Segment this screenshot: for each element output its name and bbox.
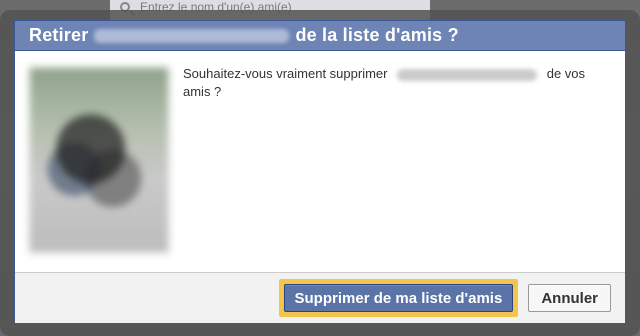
redacted-friend-name-inline [397,68,538,81]
dialog-title: Retirer de la liste d'amis ? [29,25,459,46]
confirmation-message-line-1: Souhaitez-vous vraiment supprimer de vos [183,65,611,83]
message-line2: amis ? [183,84,222,99]
remove-friend-button[interactable]: Supprimer de ma liste d'amis [283,284,514,312]
dialog-body: Souhaitez-vous vraiment supprimer de vos… [15,51,625,272]
confirmation-message: Souhaitez-vous vraiment supprimer de vos… [183,63,611,260]
message-prefix: Souhaitez-vous vraiment supprimer [183,66,388,81]
confirmation-message-line-2: amis ? [183,83,611,101]
message-suffix: de vos [546,66,586,81]
dialog-title-prefix: Retirer [29,25,89,45]
remove-friend-dialog: Retirer de la liste d'amis ? Souhaitez-v… [14,20,626,323]
dialog-footer: Supprimer de ma liste d'amis Annuler [15,272,625,323]
friend-photo [29,67,169,253]
cancel-button[interactable]: Annuler [528,284,611,312]
redacted-friend-name [94,28,290,43]
dialog-header: Retirer de la liste d'amis ? [15,21,625,51]
primary-button-focus-ring: Supprimer de ma liste d'amis [278,279,519,317]
dialog-title-suffix: de la liste d'amis ? [295,25,459,45]
